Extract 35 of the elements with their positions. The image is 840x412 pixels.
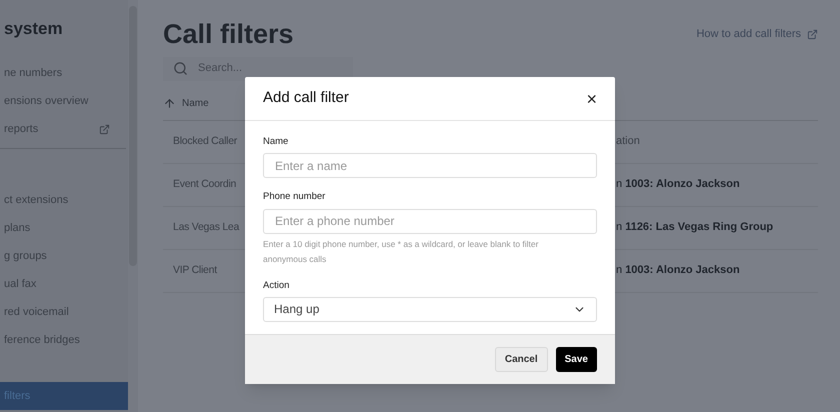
table-cell-text: Event Coordin (173, 176, 236, 192)
table-cell-text: VIP Client (173, 262, 217, 278)
sidebar-item[interactable]: g groups (0, 242, 128, 270)
column-header[interactable]: Name (182, 96, 209, 110)
input-field[interactable]: Enter a name (263, 153, 597, 178)
help-link[interactable]: How to add call filters (696, 26, 818, 42)
sidebar-item[interactable]: ual fax (0, 270, 128, 298)
action-select[interactable]: Hang up (263, 296, 597, 322)
page-title: Call filters (163, 18, 294, 51)
app-title: system (4, 18, 64, 40)
field-label: Action (263, 278, 290, 292)
table-cell-text: n 1126: Las Vegas Ring Group (616, 220, 774, 236)
field-label: Phone number (263, 190, 326, 204)
field-label: Name (263, 135, 290, 149)
sidebar-item[interactable]: reports (0, 116, 128, 144)
external-link-icon (807, 28, 818, 40)
table-cell-text: n 1003: Alonzo Jackson (616, 263, 741, 278)
search-icon (173, 61, 188, 76)
input-field[interactable]: Enter a phone number (263, 208, 597, 234)
sort-ascending-icon (163, 96, 176, 110)
table-cell-text: Las Vegas Lea (173, 220, 240, 235)
sidebar-item[interactable]: red voicemail (0, 298, 128, 326)
cancel-button[interactable]: Cancel (494, 347, 548, 372)
column-header: ation (616, 134, 641, 150)
table-cell-text: Blocked Caller (173, 134, 238, 149)
sidebar-item[interactable]: ne numbers (0, 60, 128, 88)
sidebar-item[interactable]: plans (0, 214, 128, 242)
save-button[interactable]: Save (556, 347, 597, 372)
table-cell-text: n 1003: Alonzo Jackson (616, 177, 741, 192)
field-hint: Enter a 10 digit phone number, use * as a wildcard, or leave blank to filter anonymous calls (263, 238, 540, 266)
close-button[interactable]: × (586, 90, 597, 108)
sidebar-item[interactable]: ct extensions (0, 186, 128, 214)
dialog-title: Add call filter (263, 88, 349, 108)
sidebar-item[interactable]: ference bridges (0, 326, 128, 354)
sidebar-item[interactable]: ensions overview (0, 88, 128, 116)
